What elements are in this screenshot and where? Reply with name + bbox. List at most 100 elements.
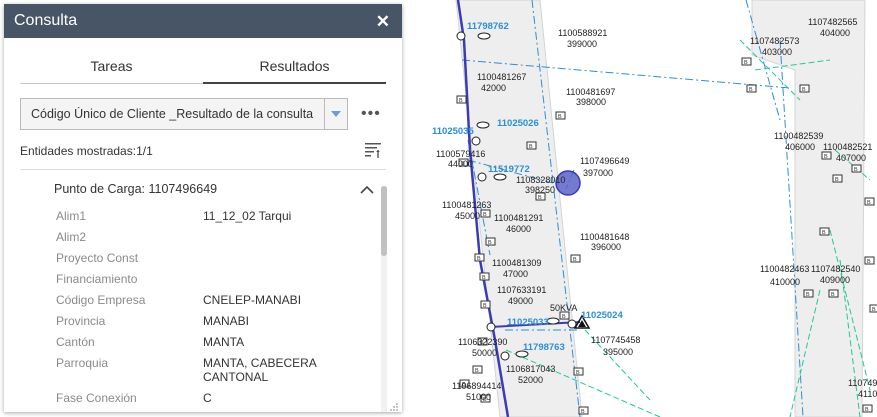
tab-tareas[interactable]: Tareas [20,58,203,84]
meter-glyph: B [483,212,487,218]
map-label: 1100481267 [477,72,526,82]
map-label: 1100481291 [494,213,543,223]
meter-glyph: B [488,240,492,246]
sort-icon[interactable] [365,141,383,159]
field-key: Código Empresa [56,293,146,307]
map-label: 1106894414 [452,381,501,391]
map-label: 1100481648 [580,232,629,242]
meter-glyph: B [802,87,806,93]
map-label: 1100482463 [760,264,809,274]
map-label: 1100481697 [566,87,615,97]
feeder-label: 11025024 [581,310,623,321]
meter-glyph: B [477,256,481,262]
meter-glyph: B [573,257,577,263]
more-options-button[interactable]: ••• [361,105,381,123]
feeder-label: 11798762 [467,21,509,32]
map-label: 397000 [583,168,613,178]
query-select[interactable]: Código Único de Cliente _Resultado de la… [20,98,348,130]
map-label: 1107745458 [591,335,640,345]
map-label: 409000 [820,275,850,285]
map-label: 411000 [858,389,877,399]
field-value: 11_12_02 Tarqui [203,209,292,223]
tab-resultados[interactable]: Resultados [203,58,386,84]
chevron-up-icon[interactable] [360,182,374,194]
chevron-down-icon[interactable] [324,99,347,129]
meter-glyph: B [475,368,479,374]
map-label: 1107482540 [811,264,860,274]
result-title[interactable]: Punto de Carga: 1107496649 [54,182,217,196]
meter-glyph: B [744,60,748,66]
map-label: 1100579416 [436,149,485,159]
map-label: 407000 [836,153,866,163]
map-label: 1107633191 [497,285,546,295]
close-icon[interactable]: ✕ [376,13,390,30]
map-label: 45000 [455,211,480,221]
map-label: 410000 [770,277,800,287]
field-key: Financiamiento [56,272,138,286]
map-label: 1107482573 [750,36,799,46]
map-label: 47000 [503,269,528,279]
map-label: 398000 [576,97,606,107]
field-key: Fase Conexión [56,391,137,405]
map-label: 42000 [481,83,506,93]
map-label: 404000 [820,28,850,38]
map-label: 406000 [785,142,815,152]
feeder-label: 11025026 [497,118,539,129]
map-label: 50KVA [550,303,577,313]
map-label: 1106817043 [506,364,555,374]
map-label: 1100481309 [492,258,541,268]
meter-glyph: B [749,87,753,93]
field-key: Cantón [56,335,95,349]
meter-glyph: B [831,292,835,298]
meter-glyph: B [806,292,810,298]
panel-title: Consulta [14,12,78,29]
panel-header: Consulta ✕ [4,4,402,38]
field-key: Provincia [56,314,106,328]
map-label: 1108328010 [516,175,565,185]
map-label: 1107482565 [808,17,857,27]
map-label: 403000 [762,47,792,57]
meter-glyph: B [538,195,542,201]
meter-glyph: B [835,177,839,183]
results-list: Punto de Carga: 1107496649 Alim1 11_12_0… [20,169,386,412]
meter-glyph: B [483,303,487,309]
map-label: 50000 [472,348,497,358]
feeder-label: 11798763 [523,342,565,353]
field-key: Alim2 [56,230,87,244]
field-value: MANTA, CABECERA CANTONAL [203,356,317,384]
query-panel: Consulta ✕ Tareas Resultados Código Únic… [4,4,402,412]
map-label: 44000 [448,159,473,169]
meter-glyph: B [867,200,871,206]
meter-glyph: B [872,307,876,313]
results-scrollbar[interactable] [381,186,387,412]
feeder-label: 11519772 [488,164,530,175]
map-label: 1100482521 [823,142,872,152]
field-key: Parroquia [56,356,109,370]
map-label: 46000 [506,224,531,234]
map-label: 1107496649 [580,156,629,166]
map-label: 1100588921 [558,28,607,38]
scrollbar-thumb[interactable] [381,186,387,256]
meter-glyph: B [558,114,562,120]
meter-glyph: B [529,144,533,150]
meter-glyph: B [865,407,869,413]
map-label: 1100481263 [442,200,491,210]
map-label: 398250 [525,185,555,195]
map-label: 1107495 [848,378,877,388]
meter-glyph: B [562,314,566,320]
meter-glyph: B [824,154,828,160]
meter-glyph: B [822,230,826,236]
field-value: MANABI [203,314,250,328]
meter-glyph: B [867,259,871,265]
meter-glyph: B [482,275,486,281]
feeder-label: 11025035 [432,126,474,137]
map-label: 51000 [466,392,491,402]
query-select-value: Código Único de Cliente _Resultado de la… [31,107,314,121]
map-label: 49000 [508,296,533,306]
field-key: Alim1 [56,209,87,223]
resize-grip-icon[interactable] [389,399,399,411]
meter-glyph: B [459,98,463,104]
entity-count-text: Entidades mostradas:1/1 [20,144,153,158]
field-value: CNELEP-MANABI [203,293,302,307]
field-value: C [203,391,212,405]
